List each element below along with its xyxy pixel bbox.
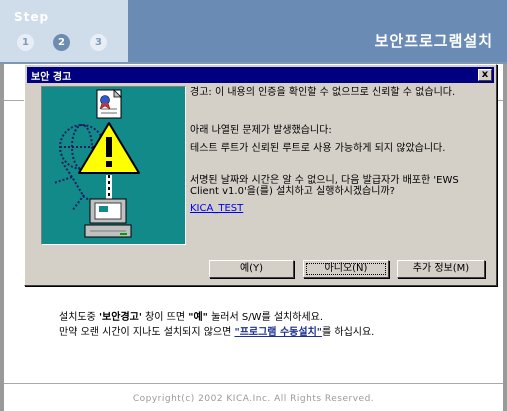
step-1-badge: 1: [17, 34, 34, 51]
page-title: 보안프로그램설치: [374, 32, 493, 50]
step-label: Step: [14, 10, 50, 24]
instruction-line-1: 설치도중 '보안경고' 창이 뜨면 "예" 눌러서 S/W를 설치하세요.: [59, 308, 323, 323]
instruction-emphasis: "예": [188, 312, 208, 323]
warning-message: 경고: 이 내용의 인증을 확인할 수 없으므로 신뢰할 수 없습니다.: [190, 87, 456, 98]
problem-detail: 테스트 루트가 신뢰된 루트로 사용 가능하게 되지 않았습니다.: [190, 143, 446, 154]
security-warning-illustration: [41, 86, 186, 245]
step-3-badge: 3: [90, 34, 107, 51]
manual-install-link[interactable]: "프로그램 수동설치": [234, 327, 322, 338]
instruction-emphasis: '보안경고': [98, 312, 142, 323]
install-question: 서명된 날짜와 시간은 알 수 없으니, 다음 발급자가 배포한 'EWS Cl…: [190, 175, 459, 197]
header-title-bar: 보안프로그램설치: [128, 0, 507, 62]
problem-heading: 아래 나열된 문제가 발생했습니다:: [190, 125, 332, 136]
step-indicator: Step 1 2 3: [0, 0, 128, 62]
instruction-text: 설치도중: [59, 312, 99, 323]
close-icon[interactable]: x: [478, 69, 492, 81]
page-header: Step 1 2 3 보안프로그램설치: [0, 0, 507, 62]
no-button[interactable]: 아니오(N): [303, 260, 389, 278]
dialog-title: 보안 경고: [31, 72, 72, 83]
instruction-text: 를 하십시요.: [322, 327, 375, 338]
yes-button[interactable]: 예(Y): [209, 260, 294, 278]
warning-illustration-svg: [53, 89, 140, 238]
publisher-link[interactable]: KICA_TEST: [190, 203, 243, 214]
frame-border-left: [0, 64, 4, 411]
frame-border-right: [503, 64, 507, 411]
frame-divider-bottom: [4, 383, 503, 384]
instruction-text: 창이 뜨면: [141, 312, 189, 323]
step-2-badge: 2: [53, 34, 70, 51]
instruction-text: 만약 오랜 시간이 지나도 설치되지 않으면: [59, 327, 235, 338]
dialog-title-bar[interactable]: 보안 경고 x: [27, 67, 494, 83]
copyright-footer: Copyright(c) 2002 KICA.Inc. All Rights R…: [132, 394, 375, 404]
security-warning-dialog: 보안 경고 x 경고: 이 내용의 인증을 확인할 수 없으므로 신뢰할 수 없…: [24, 64, 497, 286]
certificate-icon: [96, 89, 122, 119]
instruction-text: 눌러서 S/W를 설치하세요.: [207, 312, 324, 323]
computer-icon: [84, 198, 132, 238]
instruction-line-2: 만약 오랜 시간이 지나도 설치되지 않으면 "프로그램 수동설치"를 하십시요…: [59, 323, 374, 338]
more-info-button[interactable]: 추가 정보(M): [397, 260, 485, 278]
